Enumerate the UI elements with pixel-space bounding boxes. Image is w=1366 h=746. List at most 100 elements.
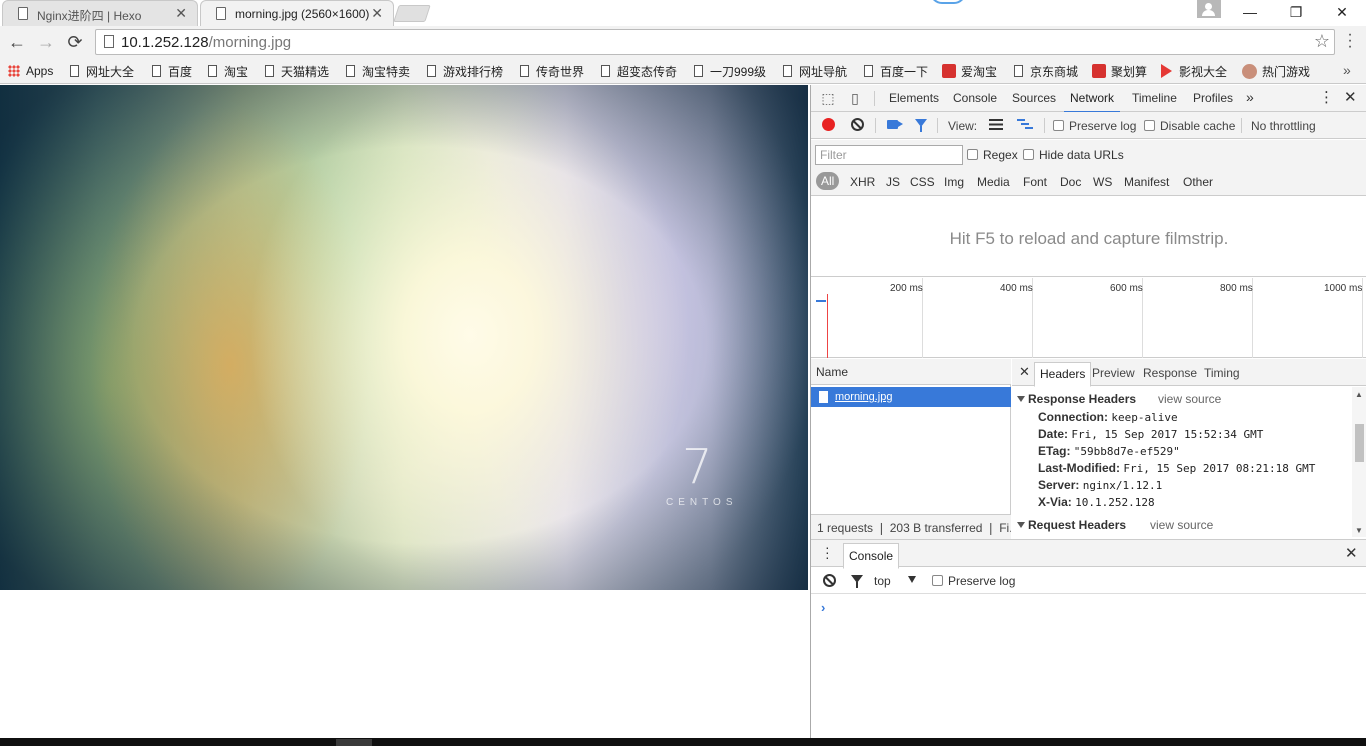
devtools-close-icon[interactable]: ✕ bbox=[1344, 88, 1357, 106]
bookmark-item[interactable]: 一刀999级 bbox=[694, 62, 766, 80]
capture-screenshots-icon[interactable] bbox=[887, 120, 903, 129]
context-select[interactable]: top bbox=[874, 574, 891, 588]
bookmark-item[interactable]: 百度 bbox=[152, 62, 192, 80]
filter-type-ws[interactable]: WS bbox=[1093, 175, 1112, 189]
network-overview[interactable]: 200 ms 400 ms 600 ms 800 ms 1000 ms bbox=[811, 278, 1366, 358]
dropdown-arrow-icon[interactable] bbox=[908, 576, 916, 583]
browser-tab-morning[interactable]: morning.jpg (2560×1600) ✕ bbox=[200, 0, 394, 26]
checkbox-icon[interactable] bbox=[967, 149, 978, 160]
tab-headers[interactable]: Headers bbox=[1034, 362, 1092, 387]
morning-image[interactable]: 7 CENTOS bbox=[0, 85, 808, 590]
throttling-select[interactable]: No throttling bbox=[1251, 119, 1316, 133]
taskbar-active-app[interactable] bbox=[336, 739, 372, 746]
tab-close-icon[interactable]: ✕ bbox=[371, 5, 383, 22]
tab-close-icon[interactable]: ✕ bbox=[175, 5, 187, 22]
bookmark-item[interactable]: 传奇世界 bbox=[520, 62, 584, 80]
expand-triangle-icon[interactable] bbox=[1017, 396, 1025, 402]
checkbox-icon[interactable] bbox=[932, 575, 943, 586]
tab-sources[interactable]: Sources bbox=[1012, 91, 1056, 105]
request-name[interactable]: morning.jpg bbox=[835, 391, 892, 403]
tab-console[interactable]: Console bbox=[953, 91, 997, 105]
browser-tab-hexo[interactable]: Nginx进阶四 | Hexo ✕ bbox=[2, 0, 198, 26]
filter-type-all[interactable]: All bbox=[816, 172, 840, 190]
clear-console-icon[interactable] bbox=[823, 574, 836, 587]
request-headers-section[interactable]: Request Headers bbox=[1017, 518, 1126, 532]
inspect-element-icon[interactable]: ⬚ bbox=[820, 90, 836, 106]
request-row[interactable]: morning.jpg bbox=[811, 387, 1011, 407]
filter-icon[interactable] bbox=[915, 119, 927, 132]
hide-data-urls-checkbox[interactable]: Hide data URLs bbox=[1023, 148, 1124, 162]
scroll-up-icon[interactable]: ▲ bbox=[1355, 390, 1363, 399]
column-name-header[interactable]: Name bbox=[811, 359, 1011, 385]
filter-type-media[interactable]: Media bbox=[977, 175, 1010, 189]
devtools-menu-icon[interactable]: ⋮ bbox=[1319, 88, 1334, 106]
window-close-button[interactable]: ✕ bbox=[1319, 0, 1365, 24]
bookmark-item[interactable]: 游戏排行榜 bbox=[427, 62, 503, 80]
bookmark-item[interactable]: 百度一下 bbox=[864, 62, 928, 80]
scroll-thumb[interactable] bbox=[1355, 424, 1364, 462]
clear-icon[interactable] bbox=[851, 118, 864, 131]
disable-cache-checkbox[interactable]: Disable cache bbox=[1144, 119, 1235, 133]
bookmark-apps[interactable]: Apps bbox=[8, 62, 53, 80]
bookmark-item[interactable]: 聚划算 bbox=[1092, 62, 1147, 80]
tab-preview[interactable]: Preview bbox=[1092, 366, 1135, 380]
overview-icon[interactable] bbox=[1017, 119, 1033, 130]
filter-type-js[interactable]: JS bbox=[886, 175, 900, 189]
tab-timeline[interactable]: Timeline bbox=[1132, 91, 1177, 105]
forward-button[interactable]: → bbox=[35, 31, 57, 53]
bookmark-item[interactable]: 京东商城 bbox=[1014, 62, 1078, 80]
bookmark-item[interactable]: 天猫精选 bbox=[265, 62, 329, 80]
drawer-tab-console[interactable]: Console bbox=[843, 543, 900, 569]
console-filter-icon[interactable] bbox=[851, 575, 863, 588]
view-source-link[interactable]: view source bbox=[1158, 392, 1221, 406]
regex-checkbox[interactable]: Regex bbox=[967, 148, 1018, 162]
filter-type-img[interactable]: Img bbox=[944, 175, 964, 189]
scroll-down-icon[interactable]: ▼ bbox=[1355, 526, 1363, 535]
bookmark-item[interactable]: 淘宝 bbox=[208, 62, 248, 80]
maximize-button[interactable]: ❐ bbox=[1273, 0, 1319, 24]
expand-triangle-icon[interactable] bbox=[1017, 522, 1025, 528]
tab-network[interactable]: Network bbox=[1063, 91, 1121, 113]
bookmark-item[interactable]: 网址导航 bbox=[783, 62, 847, 80]
filter-type-css[interactable]: CSS bbox=[910, 175, 935, 189]
checkbox-icon[interactable] bbox=[1053, 120, 1064, 131]
filter-type-font[interactable]: Font bbox=[1023, 175, 1047, 189]
bookmark-item[interactable]: 爱淘宝 bbox=[942, 62, 997, 80]
preserve-log-checkbox[interactable]: Preserve log bbox=[1053, 119, 1136, 133]
record-icon[interactable] bbox=[822, 118, 835, 131]
reload-button[interactable]: ⟳ bbox=[64, 31, 86, 53]
drawer-menu-icon[interactable]: · · · bbox=[825, 540, 830, 564]
browser-menu-icon[interactable]: · · · bbox=[1343, 27, 1357, 55]
tab-elements[interactable]: Elements bbox=[889, 91, 939, 105]
bookmark-star-icon[interactable]: ☆ bbox=[1314, 31, 1330, 52]
checkbox-icon[interactable] bbox=[1144, 120, 1155, 131]
filter-type-other[interactable]: Other bbox=[1183, 175, 1213, 189]
console-prompt[interactable]: › bbox=[821, 600, 825, 615]
tab-profiles[interactable]: Profiles bbox=[1193, 91, 1233, 105]
more-bookmarks-icon[interactable]: » bbox=[1343, 62, 1351, 78]
checkbox-icon[interactable] bbox=[1023, 149, 1034, 160]
bookmark-item[interactable]: 热门游戏 bbox=[1242, 62, 1310, 80]
headers-scrollbar[interactable]: ▲ ▼ bbox=[1352, 387, 1366, 537]
response-headers-section[interactable]: Response Headers bbox=[1017, 392, 1136, 406]
view-source-link[interactable]: view source bbox=[1150, 518, 1213, 532]
bookmark-item[interactable]: 影视大全 bbox=[1161, 62, 1227, 80]
bookmark-item[interactable]: 淘宝特卖 bbox=[346, 62, 410, 80]
device-mode-icon[interactable]: ▯ bbox=[847, 90, 863, 106]
filter-type-xhr[interactable]: XHR bbox=[850, 175, 875, 189]
console-preserve-log-checkbox[interactable]: Preserve log bbox=[932, 574, 1015, 588]
filter-type-manifest[interactable]: Manifest bbox=[1124, 175, 1169, 189]
minimize-button[interactable]: — bbox=[1227, 0, 1273, 24]
back-button[interactable]: ← bbox=[6, 31, 28, 53]
drawer-close-icon[interactable]: ✕ bbox=[1345, 544, 1358, 562]
new-tab-button[interactable] bbox=[393, 5, 431, 22]
filter-type-doc[interactable]: Doc bbox=[1060, 175, 1081, 189]
details-close-icon[interactable]: ✕ bbox=[1019, 364, 1030, 380]
more-tabs-icon[interactable]: » bbox=[1246, 89, 1254, 105]
bookmark-item[interactable]: 网址大全 bbox=[70, 62, 134, 80]
bookmark-item[interactable]: 超变态传奇 bbox=[601, 62, 677, 80]
tab-response[interactable]: Response bbox=[1143, 366, 1197, 380]
user-avatar-icon[interactable] bbox=[1197, 0, 1221, 18]
url-text[interactable]: 10.1.252.128/morning.jpg bbox=[121, 34, 291, 51]
filter-input[interactable] bbox=[815, 145, 963, 165]
